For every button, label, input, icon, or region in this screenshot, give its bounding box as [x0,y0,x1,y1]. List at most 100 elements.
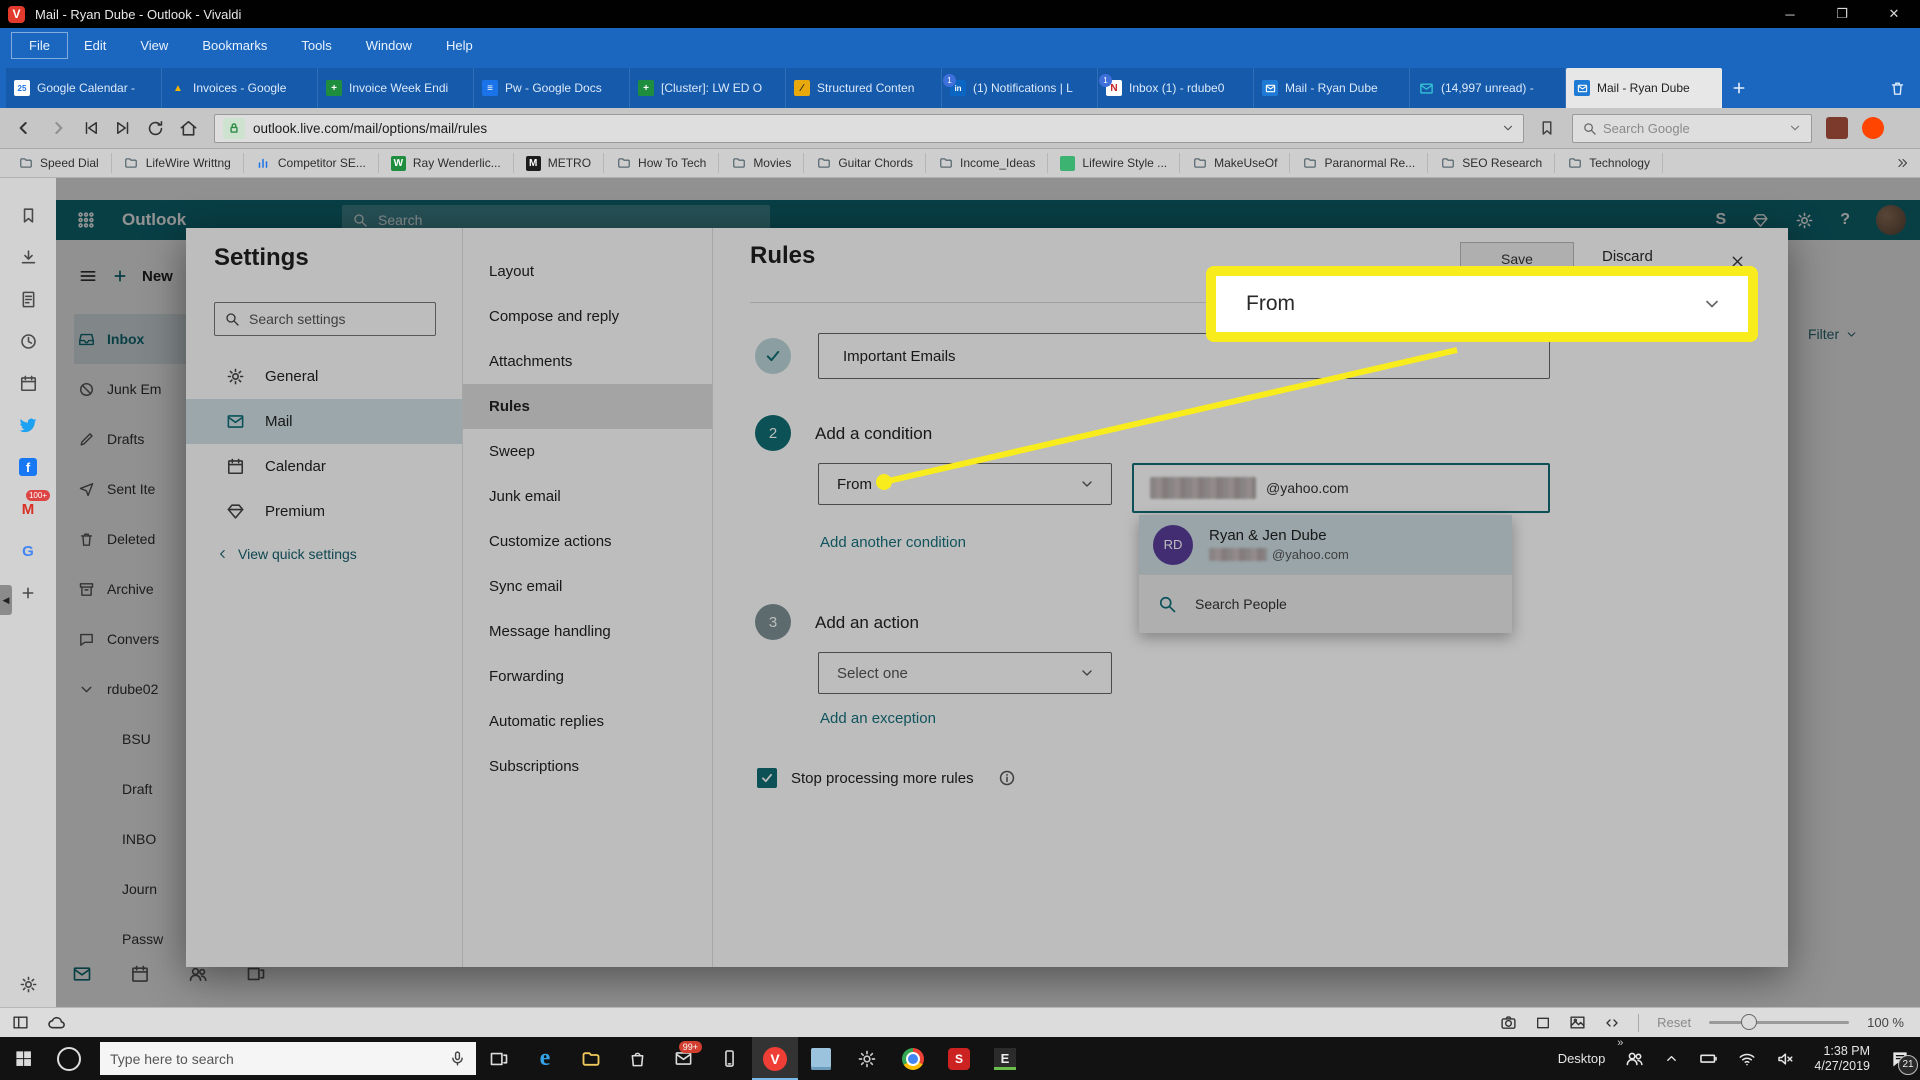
maximize-button[interactable]: ❐ [1816,0,1868,28]
panel-collapse-icon[interactable]: ◀ [0,585,12,615]
people-icon[interactable] [1625,1049,1644,1068]
home-icon[interactable] [179,119,198,138]
bookmark-label: Technology [1589,156,1650,170]
panel-toggle-icon[interactable] [12,1014,29,1031]
minimize-button[interactable]: ─ [1764,0,1816,28]
desktop-toolbar[interactable]: Desktop » [1558,1037,1624,1066]
browser-tab[interactable]: Mail - Ryan Dube [1566,68,1722,108]
browser-tab[interactable]: ∕ Structured Conten [786,68,942,108]
facebook-panel-icon[interactable]: f [0,446,56,488]
extension-pocket-icon[interactable] [1826,117,1848,139]
taskbar-app-phone[interactable] [706,1037,752,1080]
browser-tab[interactable]: 25 Google Calendar - [6,68,162,108]
zoom-reset-label[interactable]: Reset [1657,1015,1691,1030]
images-toggle-icon[interactable] [1569,1014,1586,1031]
browser-tab[interactable]: ≡ Pw - Google Docs [474,68,630,108]
menu-window[interactable]: Window [349,33,429,58]
battery-icon[interactable] [1699,1049,1718,1068]
browser-search-field[interactable]: Search Google [1572,113,1812,143]
bookmark-item[interactable]: Paranormal Re... [1290,153,1429,173]
bookmark-item[interactable]: MakeUseOf [1180,153,1291,173]
panel-settings-gear-icon[interactable] [0,975,56,994]
menu-bookmarks[interactable]: Bookmarks [185,33,284,58]
browser-tab[interactable]: ▲ Invoices - Google [162,68,318,108]
browser-tab[interactable]: N 1 Inbox (1) - rdube0 [1098,68,1254,108]
menu-file[interactable]: File [11,31,68,59]
taskbar-app-settings[interactable] [844,1037,890,1080]
url-field[interactable]: outlook.live.com/mail/options/mail/rules [214,113,1524,143]
zoom-slider-knob[interactable] [1741,1014,1758,1030]
zoom-slider[interactable] [1709,1014,1850,1030]
taskbar-app-notepad[interactable] [798,1037,844,1080]
bookmark-item[interactable]: M METRO [514,153,605,173]
volume-muted-icon[interactable] [1776,1050,1794,1068]
taskbar-app-task-view[interactable] [476,1037,522,1080]
capture-camera-icon[interactable] [1500,1014,1517,1031]
taskbar-app-mail[interactable]: 99+ [660,1037,706,1080]
reload-icon[interactable] [146,119,165,138]
search-dropdown-icon[interactable] [1788,121,1802,135]
closed-tabs-trash-icon[interactable] [1889,68,1906,108]
browser-tab[interactable]: Mail - Ryan Dube [1254,68,1410,108]
bookmark-item[interactable]: LifeWire Writtng [112,153,244,173]
menu-view[interactable]: View [123,33,185,58]
menu-edit[interactable]: Edit [67,33,123,58]
browser-tab[interactable]: in 1 (1) Notifications | L [942,68,1098,108]
highlighted-from-dropdown[interactable]: From [1206,266,1758,342]
extension-reddit-icon[interactable] [1862,117,1884,139]
bookmark-item[interactable]: W Ray Wenderlic... [379,153,514,173]
browser-tab[interactable]: + Invoice Week Endi [318,68,474,108]
menu-help[interactable]: Help [429,33,490,58]
download-panel-icon[interactable] [0,236,56,278]
bookmark-item[interactable]: Technology [1555,153,1663,173]
bookmark-item[interactable]: Guitar Chords [804,153,927,173]
browser-tab[interactable]: + [Cluster]: LW ED O [630,68,786,108]
sync-cloud-icon[interactable] [47,1013,66,1032]
taskbar-app-file-explorer[interactable] [568,1037,614,1080]
page-actions-icon[interactable] [1604,1015,1620,1031]
history-panel-icon[interactable] [0,320,56,362]
bookmark-item[interactable]: Income_Ideas [926,153,1049,173]
rewind-icon[interactable] [82,119,100,137]
bookmark-item[interactable]: Lifewire Style ... [1048,153,1181,173]
google-panel-icon[interactable]: G [0,530,56,572]
bookmark-item[interactable]: Movies [719,153,805,173]
taskbar-app-chrome[interactable] [890,1037,936,1080]
url-dropdown-icon[interactable] [1501,121,1515,135]
close-button[interactable]: ✕ [1868,0,1920,28]
bookmark-item[interactable]: How To Tech [604,153,720,173]
bookmark-flag-icon[interactable] [1538,119,1556,137]
bookmark-panel-icon[interactable] [0,194,56,236]
chevron-double-icon[interactable]: » [1617,1037,1623,1049]
tiling-icon[interactable] [1535,1015,1551,1031]
taskbar-app-editor[interactable]: E [982,1037,1028,1080]
bookmark-item[interactable]: Competitor SE... [244,153,379,173]
bookmarks-overflow-icon[interactable] [1896,156,1910,170]
taskbar-app-store[interactable] [614,1037,660,1080]
taskbar-app-scrivener[interactable]: S [936,1037,982,1080]
taskbar-clock[interactable]: 1:38 PM 4/27/2019 [1814,1044,1870,1074]
calendar-panel-icon[interactable] [0,362,56,404]
action-center-icon[interactable]: 21 [1890,1049,1918,1075]
twitter-panel-icon[interactable] [0,404,56,446]
document-panel-icon[interactable] [0,278,56,320]
taskbar-search-box[interactable]: Type here to search [100,1042,476,1075]
cortana-icon[interactable] [46,1037,92,1080]
taskbar-app-edge[interactable]: e [522,1037,568,1080]
hidden-icons-chevron[interactable] [1664,1051,1679,1066]
start-button[interactable] [0,1037,46,1080]
gmail-panel-icon[interactable]: M 100+ [0,488,56,530]
bookmark-label: Competitor SE... [277,156,366,170]
bookmark-item[interactable]: SEO Research [1428,153,1556,173]
forward-icon[interactable] [48,118,68,138]
fast-forward-icon[interactable] [114,119,132,137]
microphone-icon[interactable] [449,1050,466,1067]
bookmark-item[interactable]: Speed Dial [6,153,112,173]
bookmark-label: MakeUseOf [1214,156,1278,170]
back-icon[interactable] [14,118,34,138]
menu-tools[interactable]: Tools [284,33,348,58]
new-tab-button[interactable] [1722,68,1756,108]
browser-tab[interactable]: (14,997 unread) - [1410,68,1566,108]
taskbar-app-vivaldi[interactable]: V [752,1037,798,1080]
wifi-icon[interactable] [1738,1050,1756,1068]
